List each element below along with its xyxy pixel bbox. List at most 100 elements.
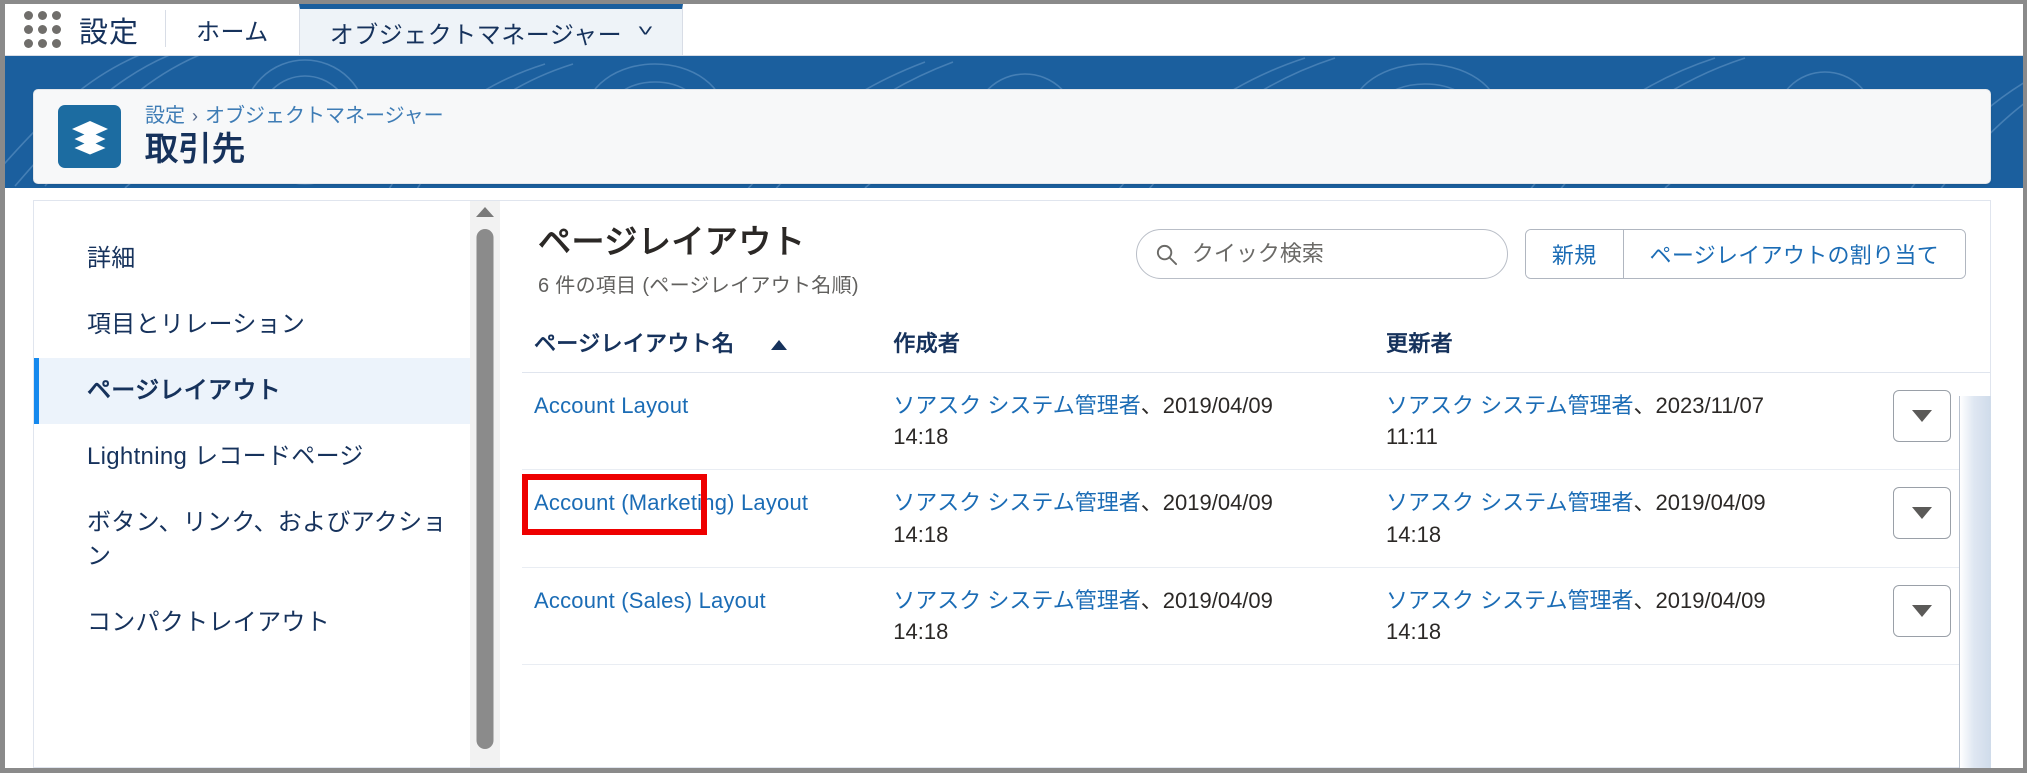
breadcrumb-separator: › bbox=[192, 106, 198, 127]
cell-created-by: ソアスク システム管理者、2019/04/09 14:18 bbox=[881, 469, 1375, 568]
page-layouts-panel: ページレイアウト 6 件の項目 (ページレイアウト名順) 新規 ページレイアウト… bbox=[500, 200, 1991, 768]
row-actions-button[interactable] bbox=[1892, 487, 1951, 540]
chevron-down-icon: ˅ bbox=[637, 22, 655, 41]
column-header-label: 作成者 bbox=[893, 330, 961, 356]
created-by-link[interactable]: ソアスク システム管理者 bbox=[893, 393, 1140, 418]
object-sidebar: 詳細 項目とリレーション ページレイアウト Lightning レコードページ … bbox=[33, 200, 470, 768]
content-area: 詳細 項目とリレーション ページレイアウト Lightning レコードページ … bbox=[33, 200, 1991, 768]
sidebar-item-buttons-links-actions[interactable]: ボタン、リンク、およびアクション bbox=[34, 490, 470, 590]
sidebar-item-lightning-record-pages[interactable]: Lightning レコードページ bbox=[34, 424, 470, 490]
modified-by-link[interactable]: ソアスク システム管理者 bbox=[1386, 393, 1633, 418]
cell-layout-name: Account (Marketing) Layout bbox=[522, 469, 882, 568]
panel-subtitle: 6 件の項目 (ページレイアウト名順) bbox=[538, 274, 859, 297]
modified-by-separator: 、 bbox=[1633, 392, 1656, 418]
layout-name-link[interactable]: Account Layout bbox=[534, 393, 688, 418]
tab-home-label: ホーム bbox=[196, 19, 269, 46]
sidebar-scrollbar[interactable] bbox=[470, 200, 500, 768]
sidebar-item-label: ボタン、リンク、およびアクション bbox=[87, 509, 447, 571]
created-date: 2019/04/09 bbox=[1162, 490, 1273, 516]
setup-window: 設定 ホーム オブジェクトマネージャー ˅ 設定 › オブジェクトマネージャー … bbox=[0, 0, 2027, 773]
panel-header-text: ページレイアウト 6 件の項目 (ページレイアウト名順) bbox=[538, 223, 1136, 298]
column-header-modified-by[interactable]: 更新者 bbox=[1374, 319, 1867, 373]
modified-by-separator: 、 bbox=[1633, 587, 1656, 613]
row-actions-caret-icon bbox=[1911, 604, 1932, 617]
panel-header: ページレイアウト 6 件の項目 (ページレイアウト名順) 新規 ページレイアウト… bbox=[522, 201, 1990, 298]
row-actions-button[interactable] bbox=[1892, 389, 1951, 442]
column-header-actions bbox=[1866, 319, 1990, 373]
cell-layout-name: Account (Sales) Layout bbox=[522, 567, 882, 666]
table-row[interactable]: Account (Sales) Layout ソアスク システム管理者、2019… bbox=[522, 567, 1990, 666]
scrollbar-thumb[interactable] bbox=[476, 229, 494, 749]
panel-header-actions: 新規 ページレイアウトの割り当て bbox=[1135, 223, 1966, 279]
page-layout-assignment-button[interactable]: ページレイアウトの割り当て bbox=[1622, 230, 1965, 278]
nav-tab-list: ホーム オブジェクトマネージャー ˅ bbox=[166, 4, 683, 55]
cell-modified-by: ソアスク システム管理者、2019/04/09 14:18 bbox=[1374, 469, 1867, 568]
sort-ascending-icon bbox=[770, 340, 787, 351]
app-launcher-button[interactable] bbox=[5, 4, 79, 55]
column-header-created-by[interactable]: 作成者 bbox=[881, 319, 1375, 373]
cell-layout-name: Account Layout bbox=[522, 372, 882, 471]
layout-name-link[interactable]: Account (Sales) Layout bbox=[534, 588, 766, 613]
table-body: Account Layout ソアスク システム管理者、2019/04/09 1… bbox=[522, 372, 1990, 666]
record-header-card: 設定 › オブジェクトマネージャー 取引先 bbox=[33, 89, 1991, 184]
table-header-row: ページレイアウト名 作成者 更新者 bbox=[522, 319, 1990, 373]
page-layouts-table: ページレイアウト名 作成者 更新者 Account Layout ソアスク シス… bbox=[522, 319, 1990, 666]
panel-title: ページレイアウト bbox=[538, 223, 806, 260]
quick-find-box[interactable] bbox=[1135, 229, 1508, 279]
panel-button-group: 新規 ページレイアウトの割り当て bbox=[1524, 229, 1966, 279]
sidebar-item-label: コンパクトレイアウト bbox=[87, 609, 330, 637]
column-header-layout-name[interactable]: ページレイアウト名 bbox=[522, 319, 882, 373]
sidebar-item-details[interactable]: 詳細 bbox=[34, 226, 470, 292]
cell-modified-by: ソアスク システム管理者、2023/11/07 11:11 bbox=[1374, 372, 1867, 471]
modified-by-separator: 、 bbox=[1633, 490, 1656, 516]
modified-by-link[interactable]: ソアスク システム管理者 bbox=[1386, 490, 1633, 515]
table-header: ページレイアウト名 作成者 更新者 bbox=[522, 319, 1990, 373]
new-button[interactable]: 新規 bbox=[1525, 230, 1623, 278]
created-by-separator: 、 bbox=[1140, 587, 1163, 613]
modified-time: 11:11 bbox=[1386, 424, 1438, 450]
created-date: 2019/04/09 bbox=[1162, 587, 1273, 613]
breadcrumb: 設定 › オブジェクトマネージャー bbox=[145, 105, 444, 127]
layout-name-link[interactable]: Account (Marketing) Layout bbox=[534, 490, 808, 515]
sidebar-item-fields-relationships[interactable]: 項目とリレーション bbox=[34, 292, 470, 358]
table-row[interactable]: Account Layout ソアスク システム管理者、2019/04/09 1… bbox=[522, 372, 1990, 471]
table-row[interactable]: Account (Marketing) Layout ソアスク システム管理者、… bbox=[522, 469, 1990, 568]
scroll-up-arrow-icon[interactable] bbox=[476, 207, 494, 217]
tab-object-manager[interactable]: オブジェクトマネージャー ˅ bbox=[298, 4, 683, 55]
row-actions-button[interactable] bbox=[1892, 584, 1951, 637]
cell-modified-by: ソアスク システム管理者、2019/04/09 14:18 bbox=[1374, 567, 1867, 666]
modified-time: 14:18 bbox=[1386, 619, 1442, 645]
breadcrumb-object-manager-link[interactable]: オブジェクトマネージャー bbox=[205, 105, 444, 127]
sidebar-item-label: 詳細 bbox=[87, 245, 136, 272]
modified-by-link[interactable]: ソアスク システム管理者 bbox=[1386, 588, 1633, 613]
tab-object-manager-label: オブジェクトマネージャー bbox=[329, 21, 623, 49]
created-by-link[interactable]: ソアスク システム管理者 bbox=[893, 588, 1140, 613]
sidebar-item-page-layouts[interactable]: ページレイアウト bbox=[34, 358, 470, 425]
column-header-label: 更新者 bbox=[1386, 330, 1453, 356]
app-launcher-waffle-icon bbox=[23, 11, 61, 48]
created-by-separator: 、 bbox=[1140, 392, 1163, 418]
modified-date: 2019/04/09 bbox=[1655, 587, 1766, 613]
tab-home[interactable]: ホーム bbox=[166, 4, 299, 55]
modified-date: 2023/11/07 bbox=[1655, 392, 1765, 418]
cell-created-by: ソアスク システム管理者、2019/04/09 14:18 bbox=[881, 567, 1375, 666]
created-date: 2019/04/09 bbox=[1162, 392, 1273, 418]
record-header-text: 設定 › オブジェクトマネージャー 取引先 bbox=[145, 105, 444, 167]
created-by-link[interactable]: ソアスク システム管理者 bbox=[893, 490, 1140, 515]
created-time: 14:18 bbox=[893, 619, 949, 645]
column-header-label: ページレイアウト名 bbox=[534, 330, 735, 356]
row-actions-caret-icon bbox=[1911, 507, 1932, 520]
page-title: 取引先 bbox=[145, 130, 246, 168]
sidebar-item-label: Lightning レコードページ bbox=[87, 443, 364, 471]
global-navigation-bar: 設定 ホーム オブジェクトマネージャー ˅ bbox=[5, 4, 2023, 56]
page-scrollbar[interactable] bbox=[1959, 396, 1991, 768]
cell-created-by: ソアスク システム管理者、2019/04/09 14:18 bbox=[881, 372, 1375, 471]
sidebar-item-compact-layouts[interactable]: コンパクトレイアウト bbox=[34, 590, 470, 656]
row-actions-caret-icon bbox=[1911, 409, 1932, 422]
created-time: 14:18 bbox=[893, 424, 949, 450]
sidebar-item-label: 項目とリレーション bbox=[87, 311, 306, 339]
object-layers-icon bbox=[58, 105, 121, 168]
modified-date: 2019/04/09 bbox=[1655, 490, 1766, 516]
breadcrumb-setup-link[interactable]: 設定 bbox=[145, 105, 185, 127]
search-input[interactable] bbox=[1189, 240, 1489, 268]
